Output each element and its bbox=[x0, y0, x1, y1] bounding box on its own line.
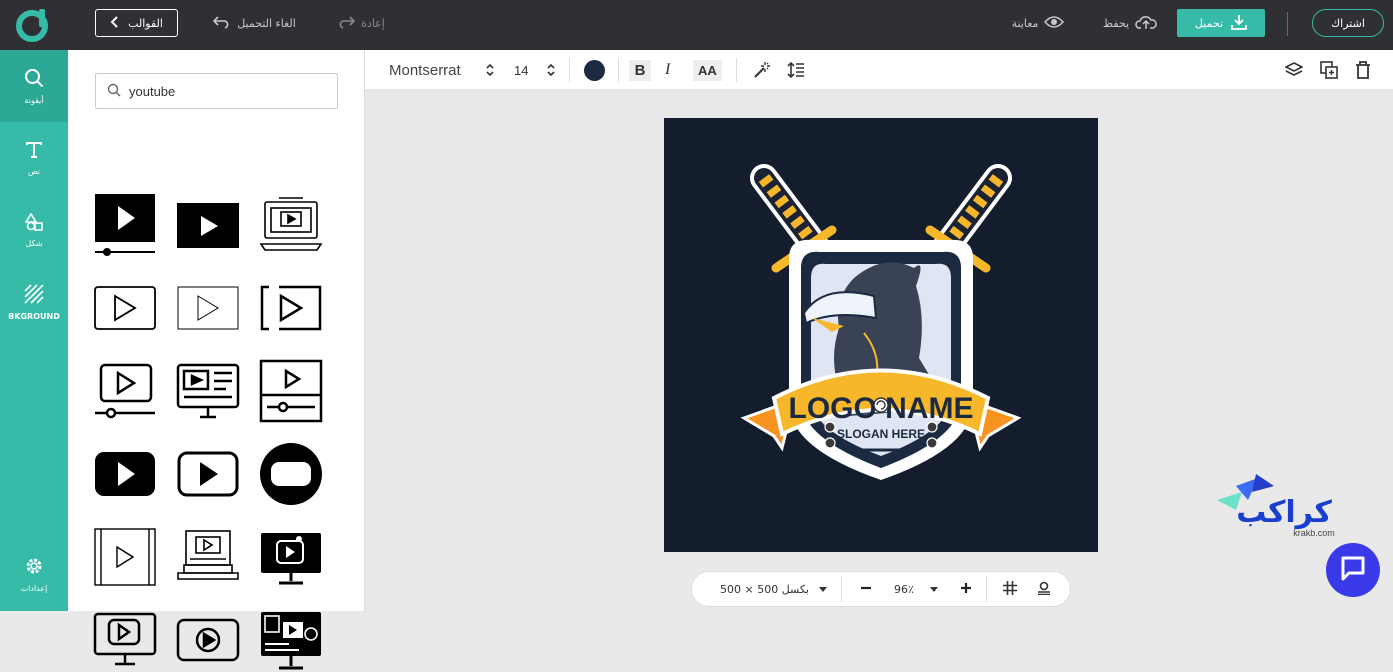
sidebar-item-label: BKGROUND bbox=[8, 311, 60, 321]
redo-icon bbox=[337, 15, 356, 32]
icon-result-play-rect[interactable] bbox=[176, 192, 240, 256]
sidebar-item-label: أيقونة bbox=[24, 95, 44, 105]
icon-result-circle-play-rect[interactable] bbox=[176, 608, 240, 672]
sidebar-item-label: نص bbox=[27, 166, 41, 176]
eye-icon bbox=[1044, 15, 1065, 32]
watermark-url: krakb.com bbox=[1293, 528, 1335, 538]
redo-label: إعادة bbox=[361, 16, 385, 30]
cloud-upload-icon bbox=[1135, 14, 1157, 33]
sidebar-item-icons[interactable]: أيقونة bbox=[0, 50, 68, 122]
line-height-icon[interactable] bbox=[787, 50, 805, 90]
preview-button[interactable]: معاينة bbox=[1010, 9, 1066, 37]
font-family-select[interactable]: Montserrat bbox=[389, 50, 461, 90]
bold-button[interactable]: B bbox=[627, 50, 653, 90]
icon-result-window-video[interactable] bbox=[259, 359, 323, 423]
sidebar-item-label: شكل bbox=[25, 238, 43, 248]
krakb-watermark: كراكب krakb.com bbox=[1214, 472, 1344, 542]
font-family-stepper-icon[interactable] bbox=[485, 50, 495, 90]
design-canvas[interactable]: LOGO NAME SLOGAN HERE bbox=[664, 118, 1098, 552]
sidebar-item-settings[interactable]: إعدادات bbox=[0, 538, 68, 610]
italic-label: I bbox=[665, 61, 671, 78]
chevron-left-icon bbox=[110, 15, 120, 31]
topbar-divider bbox=[1287, 12, 1288, 36]
canvas-size-label[interactable]: 500 × 500 بكسل bbox=[720, 583, 809, 596]
bold-label: B bbox=[628, 59, 652, 81]
logo-artwork[interactable]: LOGO NAME SLOGAN HERE bbox=[664, 118, 1098, 552]
background-icon bbox=[24, 283, 44, 306]
text-case-button[interactable]: AA bbox=[693, 50, 722, 90]
icon-result-monitor-music-video[interactable] bbox=[259, 525, 323, 589]
watermark-name: كراكب bbox=[1236, 495, 1332, 530]
icon-result-monitor-money-video[interactable] bbox=[259, 608, 323, 672]
sidebar-item-label: إعدادات bbox=[20, 583, 48, 593]
zoom-in-icon[interactable] bbox=[960, 582, 972, 597]
top-bar: القوالب الغاء التحميل إعادة معاينة يحفظ … bbox=[0, 0, 1393, 50]
preview-label: معاينة bbox=[1011, 16, 1039, 30]
subscribe-label: اشتراك bbox=[1331, 16, 1365, 30]
font-size-stepper-icon[interactable] bbox=[546, 50, 556, 90]
font-size-input[interactable]: 14 bbox=[514, 50, 528, 90]
templates-button[interactable]: القوالب bbox=[95, 9, 178, 37]
chat-bubble-icon bbox=[1339, 554, 1367, 586]
sidebar-item-background[interactable]: BKGROUND bbox=[0, 266, 68, 338]
search-input[interactable] bbox=[129, 83, 319, 99]
zoom-out-icon[interactable] bbox=[860, 582, 872, 597]
undo-icon bbox=[213, 15, 231, 32]
search-box[interactable] bbox=[95, 73, 338, 109]
icon-result-circle-badge[interactable] bbox=[259, 442, 323, 506]
duplicate-icon[interactable] bbox=[1320, 50, 1338, 90]
shapes-icon bbox=[24, 211, 43, 233]
app-logo-icon[interactable] bbox=[14, 6, 50, 42]
font-size-value: 14 bbox=[514, 62, 529, 78]
sidebar-item-shapes[interactable]: شكل bbox=[0, 194, 68, 266]
caret-down-icon[interactable] bbox=[929, 583, 938, 596]
text-color-swatch[interactable] bbox=[584, 50, 605, 90]
krakb-logo-icon: كراكب krakb.com bbox=[1217, 474, 1335, 538]
download-label: تحميل bbox=[1194, 16, 1224, 30]
download-button[interactable]: تحميل bbox=[1177, 9, 1265, 37]
icon-result-monitor-music-outline[interactable] bbox=[93, 608, 157, 672]
undo-label: الغاء التحميل bbox=[237, 16, 296, 30]
align-bottom-icon[interactable] bbox=[1037, 581, 1051, 598]
icon-result-laptop-video[interactable] bbox=[259, 192, 323, 256]
icon-result-play-bracket[interactable] bbox=[259, 276, 323, 340]
delete-icon[interactable] bbox=[1355, 50, 1371, 90]
download-icon bbox=[1231, 14, 1247, 33]
chat-button[interactable] bbox=[1326, 543, 1380, 597]
icon-result-laptop-play[interactable] bbox=[176, 525, 240, 589]
icon-result-play-outline-rounded[interactable] bbox=[93, 276, 157, 340]
undo-button[interactable]: الغاء التحميل bbox=[212, 9, 297, 37]
layers-icon[interactable] bbox=[1285, 50, 1303, 90]
icon-result-play-rounded-solid[interactable] bbox=[93, 442, 157, 506]
zoom-value[interactable]: 96٪ bbox=[894, 583, 914, 596]
slogan-text[interactable]: SLOGAN HERE bbox=[837, 427, 925, 441]
icon-result-play-rounded-outline[interactable] bbox=[176, 442, 240, 506]
subscribe-button[interactable]: اشتراك bbox=[1312, 9, 1384, 37]
icon-result-play-video-player[interactable] bbox=[93, 192, 157, 256]
caret-down-icon[interactable] bbox=[818, 583, 827, 596]
templates-label: القوالب bbox=[128, 16, 163, 30]
gear-icon bbox=[24, 556, 44, 578]
font-family-value: Montserrat bbox=[389, 61, 461, 79]
icon-result-monitor-video[interactable] bbox=[176, 359, 240, 423]
icon-result-play-outline-thin[interactable] bbox=[176, 276, 240, 340]
save-button[interactable]: يحفظ bbox=[1102, 9, 1157, 37]
text-toolbar: Montserrat 14 B I AA bbox=[365, 50, 1393, 90]
grid-icon[interactable] bbox=[1002, 580, 1017, 598]
save-label: يحفظ bbox=[1102, 16, 1130, 30]
redo-button[interactable]: إعادة bbox=[334, 9, 388, 37]
search-icon bbox=[107, 82, 121, 101]
sidebar: أيقونة نص شكل BKGROUND إعدادات bbox=[0, 50, 68, 611]
magic-wand-icon[interactable] bbox=[753, 50, 771, 90]
text-icon bbox=[25, 141, 43, 161]
icon-result-video-player-bar[interactable] bbox=[93, 359, 157, 423]
icon-result-film-strip-play[interactable] bbox=[93, 525, 157, 589]
zoom-bar: 500 × 500 بكسل 96٪ bbox=[691, 571, 1071, 607]
icon-panel bbox=[68, 50, 365, 670]
sidebar-item-text[interactable]: نص bbox=[0, 122, 68, 194]
italic-button[interactable]: I bbox=[665, 50, 670, 90]
text-case-label: AA bbox=[693, 59, 722, 81]
search-icon bbox=[24, 68, 44, 90]
